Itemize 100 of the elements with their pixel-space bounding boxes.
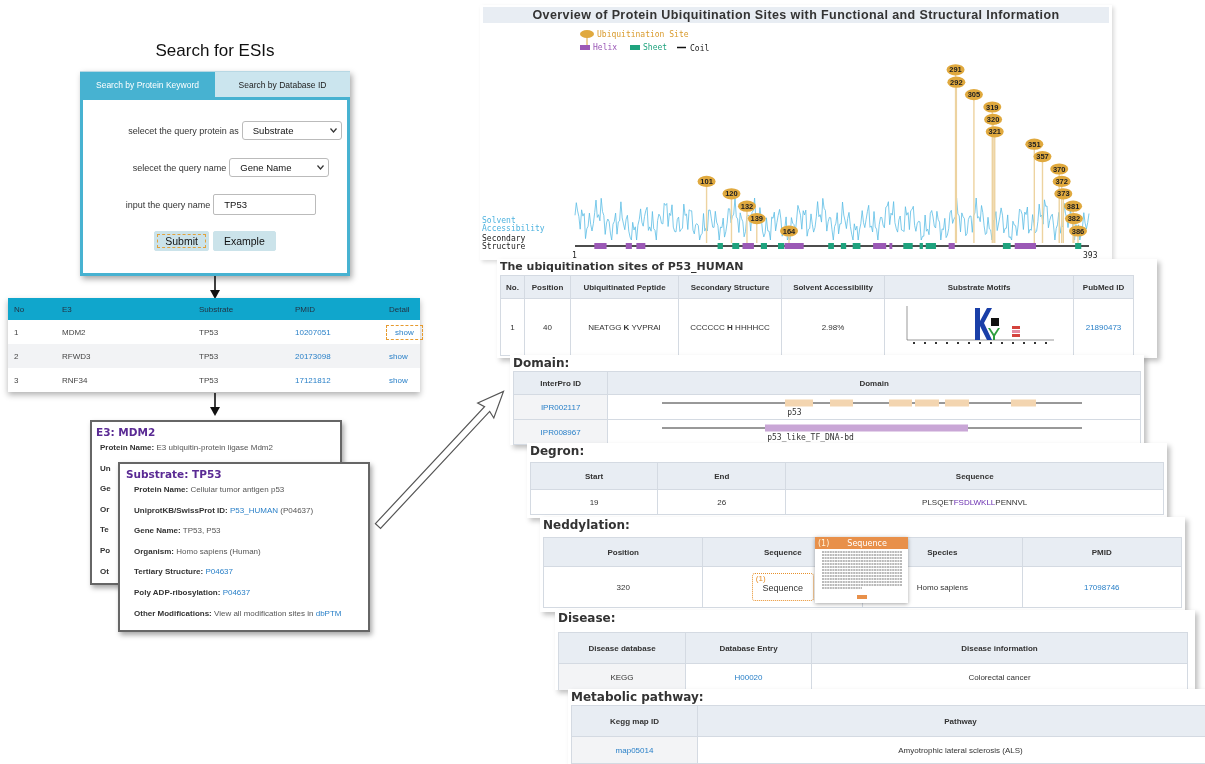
sheet-swatch-icon	[630, 45, 640, 50]
link[interactable]: P04637	[205, 567, 234, 577]
chart-title: Overview of Protein Ubiquitination Sites with Functional and Structural Information	[483, 7, 1109, 23]
column-header: Substrate Motifs	[884, 275, 1074, 299]
link[interactable]: Sequence	[762, 583, 804, 593]
popup-button[interactable]	[856, 595, 867, 599]
column-header: PMID	[295, 304, 316, 314]
link[interactable]: show	[389, 351, 408, 361]
column-header: E3	[62, 304, 73, 314]
column-header: End	[657, 462, 786, 490]
tab[interactable]: Search by Database ID	[215, 71, 350, 97]
section-title: Search for ESIs	[154, 41, 276, 61]
legend-label: Ubiquitination Site	[597, 30, 689, 39]
tab[interactable]: Search by Protein Keyword	[80, 71, 215, 97]
info-line: Te	[100, 525, 109, 537]
link[interactable]: IPR008967	[540, 427, 581, 437]
link[interactable]: 21890473	[1085, 322, 1122, 332]
down-arrow	[210, 276, 220, 299]
caret-icon	[317, 165, 325, 170]
marker-label: (1)	[755, 575, 766, 583]
column-header: Position	[524, 275, 571, 299]
link[interactable]: IPR002117	[540, 402, 581, 412]
domain-label: p53_like_TF_DNA-bd	[767, 432, 854, 443]
table-cell: 26	[657, 489, 786, 515]
table-cell-text: MDM2	[62, 327, 87, 337]
info-line: Or	[100, 504, 110, 516]
link[interactable]: dbPTM	[315, 608, 342, 618]
section-title: Neddylation:	[543, 517, 631, 533]
field-label: input the query name	[125, 199, 211, 210]
column-header: Solvent Accessibility	[781, 275, 885, 299]
input-field[interactable]: TP53	[213, 194, 317, 215]
axis-label: Solvent Accessibility	[482, 216, 545, 233]
helix-swatch-icon	[580, 45, 590, 50]
info-line: Poly ADP-ribosylation: P04637	[134, 587, 251, 599]
column-header: Database Entry	[685, 632, 812, 664]
info-line: Ge	[100, 484, 111, 496]
column-header: Detail	[389, 304, 411, 314]
column-header: Disease information	[811, 632, 1188, 664]
column-header: InterPro ID	[513, 371, 608, 395]
section-title: Metabolic pathway:	[571, 689, 705, 705]
table-cell-text: TP53	[199, 327, 220, 337]
column-header: Sequence	[785, 462, 1164, 490]
table-cell-text: TP53	[199, 351, 220, 361]
link[interactable]: 20173098	[295, 351, 331, 361]
table-cell-text: RFWD3	[62, 351, 92, 361]
column-header: Domain	[607, 371, 1141, 395]
link[interactable]: show	[389, 375, 408, 385]
legend-label: Sheet	[643, 43, 668, 52]
submit-button[interactable]: Submit	[154, 231, 209, 251]
card-title: E3: MDM2	[96, 426, 157, 438]
example-button[interactable]: Example	[212, 231, 276, 251]
link[interactable]: P04637	[222, 587, 251, 597]
table-cell-text: 2	[14, 351, 20, 361]
column-header: Position	[543, 537, 703, 567]
info-line: Tertiary Structure: P04637	[134, 567, 234, 579]
column-header: Ubiquitinated Peptide	[570, 275, 679, 299]
info-line: Un	[100, 463, 111, 475]
info-line: UniprotKB/SwissProt ID: P53_HUMAN (P04637)	[134, 505, 314, 517]
section-title: The ubiquitination sites of P53_HUMAN	[500, 259, 745, 275]
field-label: selecet the query name	[132, 162, 227, 173]
dropdown[interactable]: Gene Name	[229, 158, 330, 177]
link[interactable]: 17098746	[1083, 582, 1120, 592]
column-header: PubMed ID	[1073, 275, 1134, 299]
link[interactable]: 10207051	[295, 327, 331, 337]
column-header: Start	[530, 462, 658, 490]
table-cell: 320	[543, 566, 703, 608]
domain-label: p53	[787, 407, 802, 418]
link[interactable]: 17121812	[295, 375, 331, 385]
marker-label: (1)	[818, 538, 830, 548]
info-line: Ot	[100, 566, 109, 578]
caret-icon	[329, 128, 337, 133]
section-title: Degron:	[530, 443, 586, 459]
legend-label: Helix	[593, 43, 618, 52]
link[interactable]: map05014	[615, 745, 654, 755]
section-title: Domain:	[513, 355, 571, 371]
column-header: Pathway	[697, 705, 1205, 737]
axis-tick-label: 393	[1083, 251, 1098, 260]
column-header: Secondary Structure	[678, 275, 782, 299]
field-label: selecet the query protein as	[128, 125, 239, 136]
site-marker-icon	[580, 30, 594, 46]
table-cell-text: TP53	[199, 375, 220, 385]
info-line: Organism: Homo sapiens (Human)	[134, 546, 261, 558]
link[interactable]: H00020	[734, 673, 763, 682]
dropdown[interactable]: Substrate	[241, 121, 342, 140]
info-line: Protein Name: E3 ubiquitin-protein ligase Mdm2	[100, 443, 273, 454]
section-title: Disease:	[558, 610, 617, 626]
axis-tick-label: 1	[572, 251, 577, 260]
column-header: Disease database	[558, 632, 686, 664]
axis-label: Secondary Structure	[482, 234, 526, 251]
info-line: Po	[100, 545, 111, 557]
column-header: PMID	[1022, 537, 1182, 567]
link[interactable]: P53_HUMAN	[230, 505, 279, 515]
table-cell-text: RNF34	[62, 375, 89, 385]
link[interactable]: show	[389, 327, 420, 337]
card-title: Substrate: TP53	[126, 468, 223, 480]
coil-swatch-icon	[676, 46, 687, 49]
info-line: Gene Name: TP53, P53	[134, 526, 221, 538]
legend-label: Coil	[690, 43, 710, 53]
column-header: Substrate	[199, 304, 235, 314]
table-cell-text: 3	[14, 375, 20, 385]
